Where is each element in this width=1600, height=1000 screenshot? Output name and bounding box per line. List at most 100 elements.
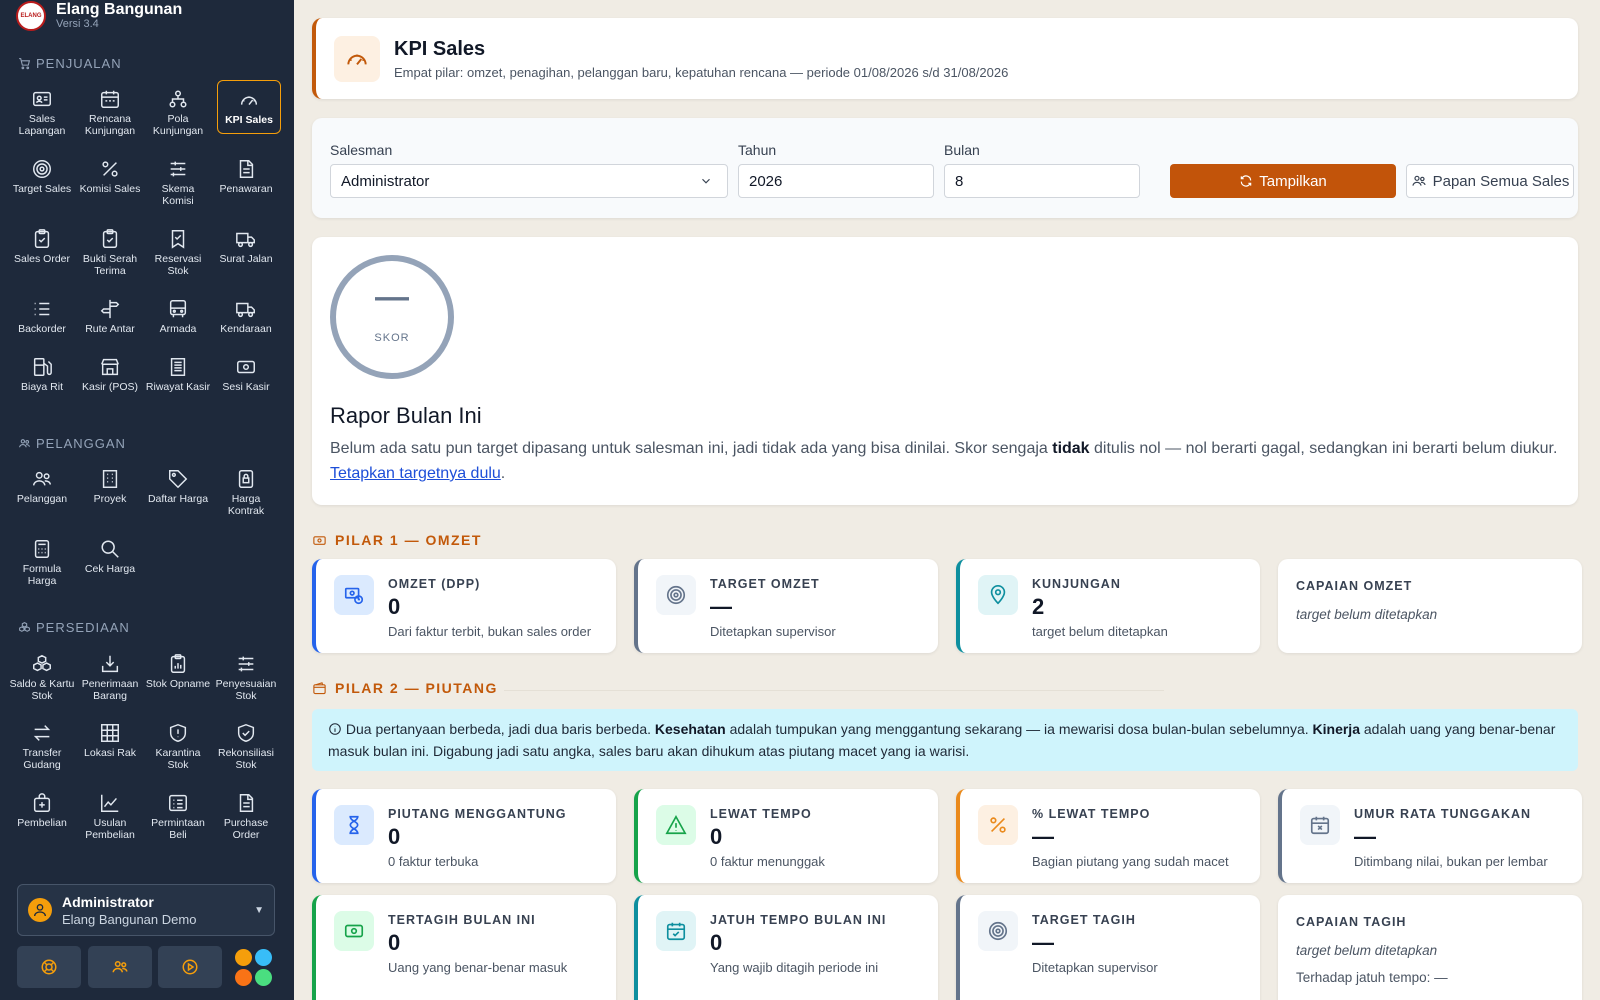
sidebar-item-armada[interactable]: Armada bbox=[145, 290, 211, 352]
main-content: KPI Sales Empat pilar: omzet, penagihan,… bbox=[294, 0, 1600, 1000]
cash-refresh-icon bbox=[344, 587, 364, 605]
sidebar-item-kpi-sales[interactable]: KPI Sales bbox=[217, 80, 281, 134]
kpi-value: 0 bbox=[710, 930, 723, 955]
sidebar-item-harga-kontrak[interactable]: Harga Kontrak bbox=[213, 460, 279, 522]
users-icon bbox=[33, 471, 51, 486]
sidebar-item-label: Bukti Serah Terima bbox=[82, 253, 138, 277]
grid-icon bbox=[101, 724, 119, 742]
sidebar-item-sesi-kasir[interactable]: Sesi Kasir bbox=[213, 348, 279, 410]
board-button-label: Papan Semua Sales bbox=[1432, 172, 1570, 190]
app-version: Versi 3.4 bbox=[56, 18, 99, 30]
sidebar-item-usulan-pembelian[interactable]: Usulan Pembelian bbox=[77, 784, 143, 846]
team-button[interactable] bbox=[88, 946, 152, 988]
kpi-sub: Ditimbang nilai, bukan per lembar bbox=[1354, 854, 1548, 869]
pilar-2-heading: PILAR 2 — PIUTANG bbox=[312, 680, 498, 696]
receipt-icon bbox=[170, 358, 186, 376]
logo-text: ELANG bbox=[20, 13, 42, 19]
sidebar-item-proyek[interactable]: Proyek bbox=[77, 460, 143, 522]
kpi-target-omzet: TARGET OMZET — Ditetapkan supervisor bbox=[634, 559, 938, 653]
shield-alert-icon bbox=[169, 723, 187, 743]
sidebar-item-label: Formula Harga bbox=[22, 563, 62, 587]
sidebar-item-skema-komisi[interactable]: Skema Komisi bbox=[145, 150, 211, 212]
search-icon bbox=[101, 540, 119, 558]
sidebar-item-purchase-order[interactable]: Purchase Order bbox=[213, 784, 279, 846]
sidebar-item-formula-harga[interactable]: Formula Harga bbox=[9, 530, 75, 592]
sidebar-item-sales-order[interactable]: Sales Order bbox=[9, 220, 75, 282]
user-org: Elang Bangunan Demo bbox=[62, 911, 197, 927]
sidebar-item-label: Rencana Kunjungan bbox=[84, 113, 136, 137]
kpi-value: — bbox=[710, 594, 732, 619]
sidebar-item-reservasi-stok[interactable]: Reservasi Stok bbox=[145, 220, 211, 282]
set-target-link[interactable]: Tetapkan targetnya dulu bbox=[330, 465, 501, 482]
kpi-label: OMZET (DPP) bbox=[388, 577, 481, 591]
refresh-icon bbox=[1240, 175, 1252, 187]
sidebar-item-biaya-rit[interactable]: Biaya Rit bbox=[9, 348, 75, 410]
sidebar-item-karantina-stok[interactable]: Karantina Stok bbox=[145, 714, 211, 776]
bulan-input[interactable]: 8 bbox=[944, 164, 1140, 198]
sidebar-item-label: Sales Order bbox=[13, 253, 71, 265]
sidebar-item-sales-lapangan[interactable]: Sales Lapangan bbox=[9, 80, 75, 142]
tutorial-button[interactable] bbox=[158, 946, 222, 988]
target-icon bbox=[988, 921, 1008, 941]
hourglass-icon bbox=[349, 815, 359, 835]
kpi-label: PIUTANG MENGGANTUNG bbox=[388, 807, 567, 821]
sidebar-item-pelanggan[interactable]: Pelanggan bbox=[9, 460, 75, 522]
tahun-input[interactable]: 2026 bbox=[738, 164, 934, 198]
avatar bbox=[28, 898, 52, 922]
sidebar-item-penerimaan-barang[interactable]: Penerimaan Barang bbox=[77, 645, 143, 707]
sidebar-item-label: Penawaran bbox=[219, 183, 273, 195]
bag-plus-icon bbox=[33, 793, 51, 812]
page-subtitle: Empat pilar: omzet, penagihan, pelanggan… bbox=[394, 64, 1009, 80]
kpi-kunjungan: KUNJUNGAN 2 target belum ditetapkan bbox=[956, 559, 1260, 653]
sidebar-item-kasir-pos[interactable]: Kasir (POS) bbox=[77, 348, 143, 410]
sidebar: ELANG Elang Bangunan Versi 3.4 PENJUALAN… bbox=[0, 0, 294, 1000]
sidebar-item-target-sales[interactable]: Target Sales bbox=[9, 150, 75, 212]
kpi-value: 0 bbox=[710, 824, 723, 849]
salesman-select[interactable]: Administrator bbox=[330, 164, 728, 198]
kpi-jatuh-tempo: JATUH TEMPO BULAN INI 0 Yang wajib ditagih… bbox=[634, 895, 938, 1000]
board-button[interactable]: Papan Semua Sales bbox=[1406, 164, 1574, 198]
sidebar-item-pola-kunjungan[interactable]: Pola Kunjungan bbox=[145, 80, 211, 142]
target-icon bbox=[666, 585, 686, 605]
sidebar-item-surat-jalan[interactable]: Surat Jalan bbox=[213, 220, 279, 282]
sidebar-item-stok-opname[interactable]: Stok Opname bbox=[145, 645, 211, 707]
kpi-sub: 0 faktur menunggak bbox=[710, 854, 825, 869]
sidebar-item-permintaan-beli[interactable]: Permintaan Beli bbox=[145, 784, 211, 846]
percent-icon bbox=[990, 817, 1006, 833]
sidebar-item-saldo-kartu-stok[interactable]: Saldo & Kartu Stok bbox=[9, 645, 75, 707]
sidebar-item-transfer-gudang[interactable]: Transfer Gudang bbox=[9, 714, 75, 776]
show-button[interactable]: Tampilkan bbox=[1170, 164, 1396, 198]
kpi-lewat-tempo: LEWAT TEMPO 0 0 faktur menunggak bbox=[634, 789, 938, 883]
sidebar-item-daftar-harga[interactable]: Daftar Harga bbox=[145, 460, 211, 522]
sidebar-item-kendaraan[interactable]: Kendaraan bbox=[213, 290, 279, 352]
sidebar-item-label: Purchase Order bbox=[223, 817, 269, 841]
show-button-label: Tampilkan bbox=[1259, 172, 1327, 190]
sidebar-item-pembelian[interactable]: Pembelian bbox=[9, 784, 75, 846]
user-menu[interactable]: Administrator Elang Bangunan Demo ▼ bbox=[17, 884, 275, 936]
rapor-text: Belum ada satu pun target dipasang untuk… bbox=[330, 440, 1558, 482]
sliders-icon bbox=[238, 656, 254, 672]
section-pelanggan: PELANGGAN bbox=[18, 436, 126, 451]
kpi-omzet: OMZET (DPP) 0 Dari faktur terbit, bukan sa… bbox=[312, 559, 616, 653]
sidebar-item-rekonsiliasi-stok[interactable]: Rekonsiliasi Stok bbox=[213, 714, 279, 776]
brand[interactable]: ELANG Elang Bangunan Versi 3.4 bbox=[16, 0, 286, 32]
sidebar-item-komisi-sales[interactable]: Komisi Sales bbox=[77, 150, 143, 212]
sidebar-item-rute-antar[interactable]: Rute Antar bbox=[77, 290, 143, 352]
sidebar-item-label: Riwayat Kasir bbox=[145, 381, 211, 393]
fuel-icon bbox=[33, 358, 52, 376]
sidebar-item-riwayat-kasir[interactable]: Riwayat Kasir bbox=[145, 348, 211, 410]
sidebar-item-bukti-serah-terima[interactable]: Bukti Serah Terima bbox=[77, 220, 143, 282]
sidebar-item-cek-harga[interactable]: Cek Harga bbox=[77, 530, 143, 592]
sidebar-item-backorder[interactable]: Backorder bbox=[9, 290, 75, 352]
tag-icon bbox=[169, 470, 188, 489]
apps-grid-icon[interactable] bbox=[235, 949, 275, 989]
kpi-label: TARGET TAGIH bbox=[1032, 913, 1136, 927]
sidebar-item-penawaran[interactable]: Penawaran bbox=[213, 150, 279, 212]
divider bbox=[504, 690, 1164, 691]
sidebar-item-penyesuaian-stok[interactable]: Penyesuaian Stok bbox=[213, 645, 279, 707]
help-button[interactable] bbox=[17, 946, 81, 988]
score-value: — bbox=[375, 278, 409, 316]
sidebar-item-label: Transfer Gudang bbox=[22, 747, 62, 771]
sidebar-item-rencana-kunjungan[interactable]: Rencana Kunjungan bbox=[77, 80, 143, 142]
sidebar-item-lokasi-rak[interactable]: Lokasi Rak bbox=[77, 714, 143, 776]
